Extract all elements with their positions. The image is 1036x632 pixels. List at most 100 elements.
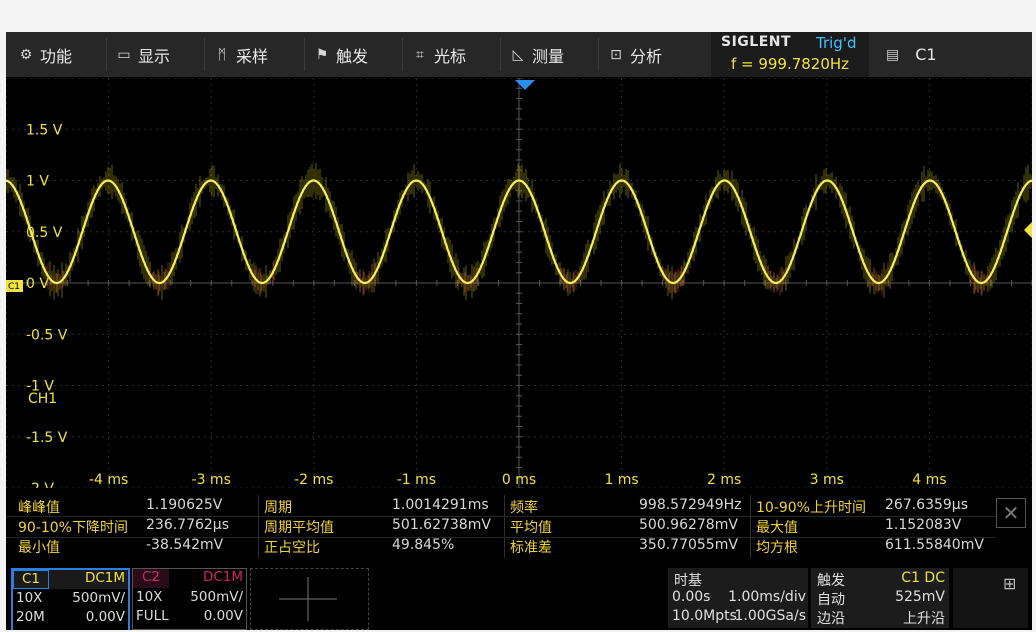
meas-label: 90-10%下降时间 [18, 520, 128, 536]
meas-value: 1.190625V [146, 497, 223, 513]
trigger-status: Trig'd [816, 34, 857, 52]
plus-icon [279, 577, 337, 621]
meas-value: 500.96278mV [639, 517, 738, 533]
channel2-coupling: DC1M [202, 569, 243, 585]
trigger-level: 525mV [895, 589, 945, 605]
meas-label: 周期平均值 [264, 520, 334, 536]
menu-acquire[interactable]: ᛗ 采样 [214, 32, 268, 77]
trigger-mode: 自动 [817, 592, 845, 608]
meas-value: 611.55840mV [885, 537, 984, 553]
meas-label: 10-90%上升时间 [756, 500, 866, 516]
menu-acquire-label: 采样 [236, 46, 269, 66]
timebase-panel[interactable]: 时基 0.00s 1.00ms/div 10.0Mpts 1.00GSa/s [668, 568, 808, 628]
meas-value: 267.6359μs [885, 497, 969, 513]
trigger-panel[interactable]: 触发 C1 DC 自动 525mV 边沿 上升沿 [811, 568, 949, 628]
menu-trigger-label: 触发 [336, 46, 369, 66]
display-icon: ▭ [117, 46, 131, 63]
channel-label: CH1 [28, 391, 57, 407]
y-axis-label: 1 V [26, 174, 49, 190]
trigger-type: 边沿 [817, 611, 845, 627]
memory-depth: 10.0Mpts [672, 608, 737, 624]
channel1-coupling: DC1M [84, 570, 125, 586]
meas-label: 均方根 [756, 540, 798, 556]
gear-icon: ⚙ [19, 46, 33, 63]
ch1-offset-marker-label: C1 [8, 282, 20, 292]
channel1-offset: 0.00V [85, 609, 125, 625]
x-axis-label: -2 ms [294, 472, 333, 488]
channel2-offset: 0.00V [203, 608, 243, 624]
waveform-display[interactable]: 1.5 V1 V0.5 V0 V-0.5 V-1 V-1.5 V-2 V -4 … [6, 78, 1032, 488]
menu-bar: ⚙ 功能 ▭ 显示 ᛗ 采样 ⚑ 触发 ⌗ 光标 ◺ 测量 ⊡ 分析 SIGLE… [6, 32, 1032, 77]
meas-label: 平均值 [510, 520, 552, 536]
menu-analysis[interactable]: ⊡ 分析 [608, 32, 662, 77]
channel2-panel[interactable]: C2 DC1M 10X 500mV/ FULL 0.00V [132, 568, 247, 630]
menu-cursor-label: 光标 [434, 46, 467, 66]
y-axis-label: 1.5 V [26, 122, 63, 138]
channel1-scale: 500mV/ [72, 590, 125, 606]
sample-rate: 1.00GSa/s [734, 608, 807, 624]
channel2-bandwidth: FULL [136, 608, 169, 624]
menu-cursor[interactable]: ⌗ 光标 [412, 32, 466, 77]
x-axis-label: 0 ms [502, 472, 536, 488]
y-axis-label: -2 V [26, 481, 54, 488]
channel1-bandwidth: 20M [16, 609, 45, 625]
y-axis-label: -0.5 V [26, 327, 68, 343]
memory-icon: ▤ [886, 46, 900, 63]
menu-measure-label: 测量 [532, 46, 565, 66]
y-axis-labels: 1.5 V1 V0.5 V0 V-0.5 V-1 V-1.5 V-2 V [26, 122, 68, 488]
channel-indicator[interactable]: ▤ C1 [886, 32, 937, 77]
channel2-name: C2 [133, 569, 169, 588]
x-axis-label: 4 ms [912, 472, 946, 488]
brand-logo: SIGLENT [721, 34, 792, 50]
meas-value: 1.152083V [885, 517, 962, 533]
utility-panel[interactable]: ⊞ [953, 568, 1028, 628]
x-axis-label: 3 ms [810, 472, 844, 488]
x-axis-label: 1 ms [604, 472, 638, 488]
menu-measure[interactable]: ◺ 测量 [510, 32, 564, 77]
meas-value: -38.542mV [146, 537, 224, 553]
channel2-probe: 10X [136, 589, 163, 605]
trigger-slope: 上升沿 [903, 611, 945, 627]
meas-value: 49.845% [392, 537, 455, 553]
trigger-frequency: f = 999.7820Hz [730, 55, 850, 73]
meas-label: 最小值 [18, 540, 60, 556]
menu-analysis-label: 分析 [630, 46, 663, 66]
meas-value: 998.572949Hz [639, 497, 742, 513]
meas-value: 350.77055mV [639, 537, 738, 553]
x-axis-label: -1 ms [397, 472, 436, 488]
channel1-panel[interactable]: C1 DC1M 10X 500mV/ 20M 0.00V [11, 568, 130, 630]
meas-label: 最大值 [756, 520, 798, 536]
meas-label: 标准差 [510, 540, 552, 556]
menu-display-label: 显示 [138, 46, 171, 66]
x-axis-label: -4 ms [89, 472, 128, 488]
cursor-icon: ⌗ [416, 46, 424, 63]
timebase-scale: 1.00ms/div [728, 589, 806, 605]
meas-label: 峰峰值 [18, 500, 60, 516]
x-axis-label: -3 ms [192, 472, 231, 488]
channel1-probe: 10X [16, 590, 43, 606]
menu-function[interactable]: ⚙ 功能 [18, 32, 72, 77]
meas-label: 周期 [264, 500, 292, 516]
menu-trigger[interactable]: ⚑ 触发 [314, 32, 368, 77]
measure-icon: ◺ [512, 46, 524, 63]
timebase-delay: 0.00s [672, 589, 711, 605]
oscilloscope-screen: ⚙ 功能 ▭ 显示 ᛗ 采样 ⚑ 触发 ⌗ 光标 ◺ 测量 ⊡ 分析 SIGLE… [6, 32, 1032, 630]
network-icon[interactable]: ⊞ [1003, 574, 1016, 593]
close-measurements-button[interactable]: ✕ [996, 498, 1026, 528]
add-channel-slot[interactable] [250, 568, 369, 630]
timebase-title: 时基 [674, 573, 702, 589]
y-axis-label: -1.5 V [26, 430, 68, 446]
trigger-title: 触发 [817, 573, 845, 589]
channel2-scale: 500mV/ [190, 589, 243, 605]
channel-indicator-label: C1 [915, 45, 937, 64]
meas-label: 频率 [510, 500, 538, 516]
acquire-icon: ᛗ [217, 46, 227, 63]
meas-value: 1.0014291ms [392, 497, 489, 513]
trigger-level-marker[interactable] [1024, 222, 1032, 238]
menu-display[interactable]: ▭ 显示 [116, 32, 170, 77]
meas-value: 501.62738mV [392, 517, 491, 533]
meas-label: 正占空比 [264, 540, 320, 556]
analysis-icon: ⊡ [610, 46, 622, 63]
trigger-status-box: SIGLENT Trig'd f = 999.7820Hz [711, 32, 869, 77]
meas-value: 236.7762μs [146, 517, 230, 533]
